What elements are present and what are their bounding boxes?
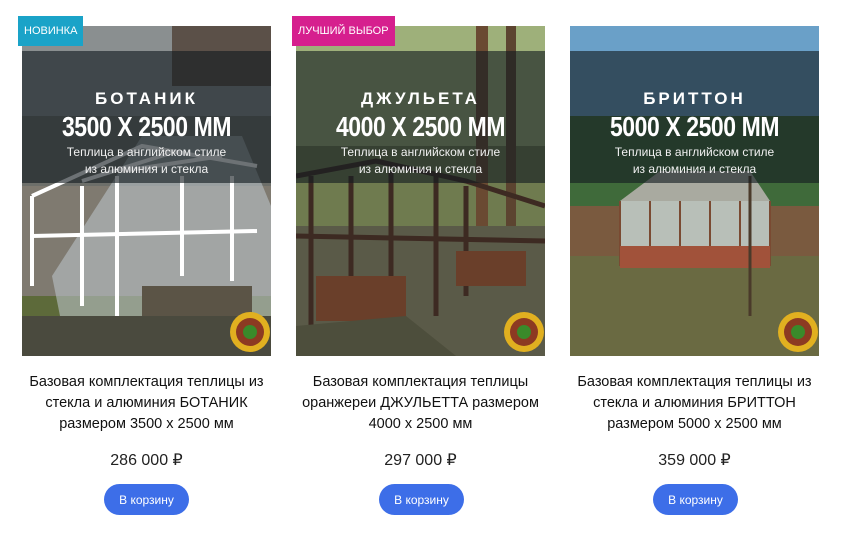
overlay-subtitle-line: из алюминия и стекла xyxy=(358,162,483,176)
add-to-cart-button[interactable]: В корзину xyxy=(379,484,464,515)
product-title-line: стекла и алюминия БОТАНИК xyxy=(45,395,248,411)
product-title-line: размером 5000 х 2500 мм xyxy=(607,416,782,432)
product-title-line: 4000 х 2500 мм xyxy=(368,416,473,432)
overlay-size: 4000 X 2500 ММ xyxy=(335,111,506,142)
overlay-subtitle: Теплица в английском стиле из алюминия и… xyxy=(22,144,271,178)
image-caption-overlay: ДЖУЛЬЕТА 4000 X 2500 ММ Теплица в англий… xyxy=(296,51,545,183)
add-to-cart-button[interactable]: В корзину xyxy=(104,484,189,515)
product-price: 297 000 ₽ xyxy=(384,452,457,469)
product-title[interactable]: Базовая комплектация теплицы из стекла и… xyxy=(9,372,284,435)
overlay-size: 3500 X 2500 ММ xyxy=(61,111,232,142)
add-to-cart-button[interactable]: В корзину xyxy=(653,484,738,515)
product-title-line: стекла и алюминия БРИТТОН xyxy=(593,395,796,411)
product-grid: БОТАНИК 3500 X 2500 ММ Теплица в английс… xyxy=(0,0,849,535)
overlay-model-name: БРИТТОН xyxy=(643,89,746,108)
new-badge: НОВИНКА xyxy=(18,16,84,46)
product-price: 359 000 ₽ xyxy=(658,452,731,469)
best-choice-badge: ЛУЧШИЙ ВЫБОР xyxy=(292,16,395,46)
product-title[interactable]: Базовая комплектация теплицы из стекла и… xyxy=(557,372,832,435)
overlay-subtitle: Теплица в английском стиле из алюминия и… xyxy=(296,144,545,178)
product-title-line: Базовая комплектация теплицы xyxy=(312,374,529,390)
overlay-subtitle-line: Теплица в английском стиле xyxy=(340,145,501,159)
product-card-britton: БРИТТОН 5000 X 2500 ММ Теплица в английс… xyxy=(557,0,819,535)
product-title-line: размером 3500 х 2500 мм xyxy=(59,416,234,432)
overlay-model-name: БОТАНИК xyxy=(95,89,198,108)
overlay-model-name: ДЖУЛЬЕТА xyxy=(361,89,480,108)
image-caption-overlay: БРИТТОН 5000 X 2500 ММ Теплица в английс… xyxy=(570,51,819,183)
image-caption-overlay: БОТАНИК 3500 X 2500 ММ Теплица в английс… xyxy=(22,51,271,183)
product-card-juliet: ДЖУЛЬЕТА 4000 X 2500 ММ Теплица в англий… xyxy=(283,0,545,535)
overlay-subtitle: Теплица в английском стиле из алюминия и… xyxy=(570,144,819,178)
product-title-line: оранжереи ДЖУЛЬЕТТА размером xyxy=(302,395,539,411)
product-image[interactable]: БОТАНИК 3500 X 2500 ММ Теплица в английс… xyxy=(22,26,271,356)
product-card-botanik: БОТАНИК 3500 X 2500 ММ Теплица в английс… xyxy=(9,0,271,535)
overlay-subtitle-line: Теплица в английском стиле xyxy=(614,145,775,159)
product-price: 286 000 ₽ xyxy=(110,452,183,469)
product-title[interactable]: Базовая комплектация теплицы оранжереи Д… xyxy=(283,372,558,435)
product-image[interactable]: БРИТТОН 5000 X 2500 ММ Теплица в английс… xyxy=(570,26,819,356)
overlay-subtitle-line: из алюминия и стекла xyxy=(84,162,209,176)
product-image[interactable]: ДЖУЛЬЕТА 4000 X 2500 ММ Теплица в англий… xyxy=(296,26,545,356)
overlay-size: 5000 X 2500 ММ xyxy=(609,111,780,142)
product-title-line: Базовая комплектация теплицы из xyxy=(577,374,812,390)
overlay-subtitle-line: из алюминия и стекла xyxy=(632,162,757,176)
product-title-line: Базовая комплектация теплицы из xyxy=(29,374,264,390)
overlay-subtitle-line: Теплица в английском стиле xyxy=(66,145,227,159)
